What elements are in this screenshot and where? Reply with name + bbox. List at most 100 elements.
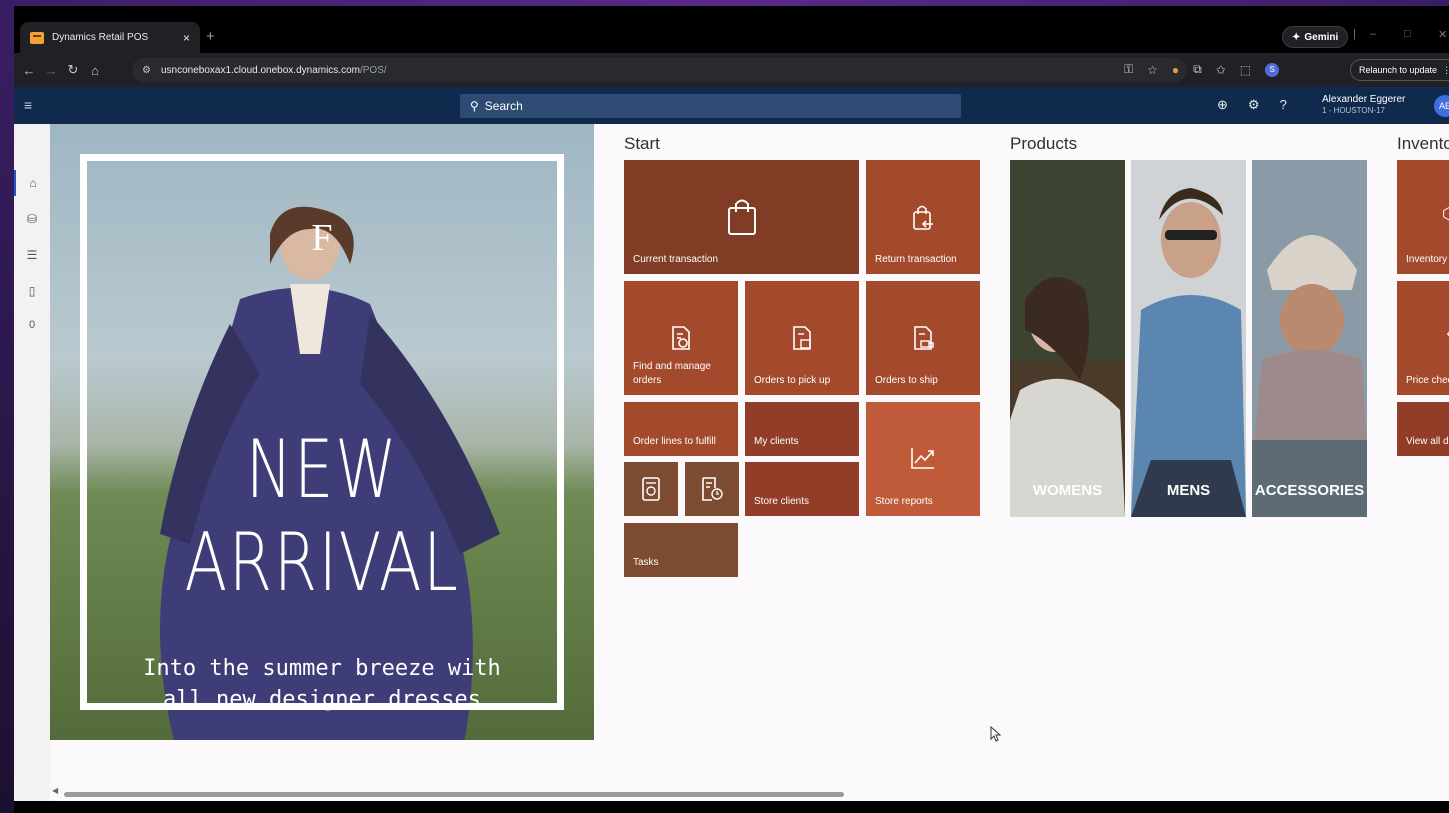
nav-products-icon[interactable]: ⛁ bbox=[14, 206, 50, 232]
maximize-icon[interactable]: □ bbox=[1404, 28, 1411, 40]
tile-current-transaction[interactable]: Current transaction bbox=[624, 160, 859, 274]
relaunch-label: Relaunch to update bbox=[1359, 65, 1438, 75]
accessories-image bbox=[1252, 160, 1367, 517]
tile-order-lines-fulfill[interactable]: Order lines to fulfill bbox=[624, 402, 738, 456]
tile-cash-drawer[interactable] bbox=[624, 462, 678, 516]
extension-icon[interactable]: ● bbox=[1172, 63, 1179, 77]
tile-find-manage-orders[interactable]: Find and manage orders bbox=[624, 281, 738, 395]
nav-cart-icon[interactable]: ▯ bbox=[14, 278, 50, 304]
close-tab-icon[interactable]: × bbox=[183, 31, 190, 45]
settings-gear-icon[interactable]: ⚙ bbox=[1248, 97, 1260, 113]
tile-label: Store reports bbox=[875, 496, 933, 507]
inventory-section-title: Inventory bbox=[1397, 134, 1449, 153]
puzzle-icon[interactable]: ⧉ bbox=[1193, 62, 1202, 77]
help-icon[interactable]: ? bbox=[1280, 97, 1287, 113]
new-tab-button[interactable]: + bbox=[206, 28, 215, 45]
tile-label: Inventory bbox=[1406, 254, 1448, 265]
product-tile-womens[interactable]: WOMENS bbox=[1010, 160, 1125, 517]
browser-tab[interactable]: Dynamics Retail POS × bbox=[20, 22, 200, 53]
password-key-icon[interactable]: ⚿ bbox=[1124, 62, 1133, 77]
shopping-bag-icon bbox=[727, 199, 756, 235]
url-bar[interactable]: ⚙ usnconeboxax1.cloud.onebox.dynamics.co… bbox=[132, 58, 1187, 82]
tile-label: Orders to ship bbox=[875, 375, 938, 386]
box-icon: ⬡ bbox=[1442, 206, 1449, 223]
tile-label: Tasks bbox=[633, 557, 659, 568]
menu-dots-icon[interactable]: ⋮ bbox=[1442, 65, 1449, 76]
hero-banner[interactable]: F NEW ARRIVAL Into the summer breeze wit… bbox=[50, 124, 594, 740]
url-path: /POS/ bbox=[359, 64, 387, 76]
hamburger-menu-icon[interactable]: ≡ bbox=[24, 97, 32, 113]
chart-trend-icon bbox=[911, 448, 934, 469]
window-frame-left bbox=[0, 0, 14, 813]
tile-label: Current transaction bbox=[633, 254, 719, 265]
close-window-icon[interactable]: ✕ bbox=[1438, 28, 1447, 41]
relaunch-button[interactable]: Relaunch to update ⋮ bbox=[1350, 59, 1449, 81]
hero-subtitle: Into the summer breeze with all new desi… bbox=[143, 656, 501, 712]
tile-store-reports[interactable]: Store reports bbox=[866, 402, 980, 516]
bookmarks-icon[interactable]: ✩ bbox=[1216, 63, 1226, 77]
tile-my-clients[interactable]: My clients bbox=[745, 402, 859, 456]
url-host: usnconeboxax1.cloud.onebox.dynamics.com bbox=[160, 64, 360, 76]
product-tile-accessories[interactable]: ACCESSORIES bbox=[1252, 160, 1367, 517]
nav-home-icon[interactable]: ⌂ bbox=[14, 170, 50, 196]
home-icon[interactable]: ⌂ bbox=[84, 63, 106, 78]
forward-icon[interactable]: → bbox=[40, 63, 62, 78]
scroll-left-arrow-icon[interactable]: ◀ bbox=[52, 786, 58, 795]
pos-body: ⌂ ⛁ ☰ ▯ 0 F NEW ARRIVAL Into the summer … bbox=[14, 124, 1449, 801]
minimize-icon[interactable]: – bbox=[1370, 28, 1376, 40]
dynamics-favicon-icon bbox=[30, 31, 44, 44]
tile-store-clients[interactable]: Store clients bbox=[745, 462, 859, 516]
profile-avatar[interactable]: S bbox=[1265, 62, 1280, 77]
scrollbar-track bbox=[14, 801, 1449, 813]
divider: | bbox=[1353, 28, 1356, 40]
tile-label: Order lines to fulfill bbox=[633, 436, 716, 447]
tile-inventory[interactable]: ⬡ Inventory bbox=[1397, 160, 1449, 274]
tile-return-transaction[interactable]: Return transaction bbox=[866, 160, 980, 274]
sparkle-icon: ✦ bbox=[1292, 31, 1301, 43]
hero-frame: F NEW ARRIVAL Into the summer breeze wit… bbox=[80, 154, 564, 712]
nav-list-icon[interactable]: ☰ bbox=[14, 242, 50, 268]
hero-title: NEW ARRIVAL bbox=[184, 423, 460, 609]
tab-title: Dynamics Retail POS bbox=[52, 32, 149, 43]
user-info[interactable]: Alexander Eggerer 1 - HOUSTON-17 bbox=[1322, 94, 1405, 116]
tile-tasks[interactable]: Tasks bbox=[624, 523, 738, 577]
mouse-cursor-icon bbox=[990, 726, 1002, 742]
globe-icon[interactable]: ⊕ bbox=[1217, 97, 1228, 113]
search-input[interactable]: ⚲ Search bbox=[460, 94, 961, 118]
product-tile-mens[interactable]: MENS bbox=[1131, 160, 1246, 517]
user-name: Alexander Eggerer bbox=[1322, 94, 1406, 105]
tile-label: My clients bbox=[754, 436, 799, 447]
return-bag-icon bbox=[913, 205, 933, 230]
browser-window: Dynamics Retail POS × + ✦ Gemini | – □ ✕… bbox=[14, 6, 1449, 813]
tile-orders-pick-up[interactable]: Orders to pick up bbox=[745, 281, 859, 395]
back-icon[interactable]: ← bbox=[18, 63, 40, 78]
left-nav: ⌂ ⛁ ☰ ▯ 0 bbox=[14, 124, 50, 801]
tile-orders-ship[interactable]: Orders to ship bbox=[866, 281, 980, 395]
order-search-icon bbox=[672, 326, 690, 350]
tile-label: Return transaction bbox=[875, 254, 957, 265]
tile-label: Price check bbox=[1406, 375, 1449, 386]
tile-price-check[interactable]: ‹ Price check bbox=[1397, 281, 1449, 395]
user-store: 1 - HOUSTON-17 bbox=[1322, 106, 1385, 115]
gemini-label: Gemini bbox=[1304, 31, 1339, 43]
header-icons: ⊕ ⚙ ? bbox=[1217, 97, 1287, 113]
reload-icon[interactable]: ↻ bbox=[62, 62, 84, 78]
tile-label: View all d bbox=[1406, 436, 1449, 447]
pos-header: ≡ ⚲ Search ⊕ ⚙ ? Alexander Eggerer 1 - H… bbox=[14, 87, 1449, 124]
tile-time-clock[interactable] bbox=[685, 462, 739, 516]
bookmark-star-icon[interactable]: ☆ bbox=[1147, 63, 1158, 77]
product-label: MENS bbox=[1166, 482, 1211, 499]
product-label: ACCESSORIES bbox=[1254, 482, 1365, 499]
url-text: usnconeboxax1.cloud.onebox.dynamics.com/… bbox=[161, 65, 387, 76]
tile-view-all[interactable]: View all d bbox=[1397, 402, 1449, 456]
horizontal-scrollbar[interactable] bbox=[64, 792, 844, 797]
register-icon bbox=[642, 477, 660, 501]
site-info-icon[interactable]: ⚙ bbox=[142, 65, 151, 76]
gemini-button[interactable]: ✦ Gemini bbox=[1282, 26, 1349, 48]
search-placeholder: Search bbox=[484, 99, 523, 113]
products-section-title: Products bbox=[1010, 134, 1078, 153]
order-ship-icon bbox=[914, 326, 934, 350]
mens-image bbox=[1131, 160, 1246, 517]
user-avatar[interactable]: AE bbox=[1434, 95, 1449, 117]
screenshot-icon[interactable]: ⬚ bbox=[1240, 63, 1251, 77]
